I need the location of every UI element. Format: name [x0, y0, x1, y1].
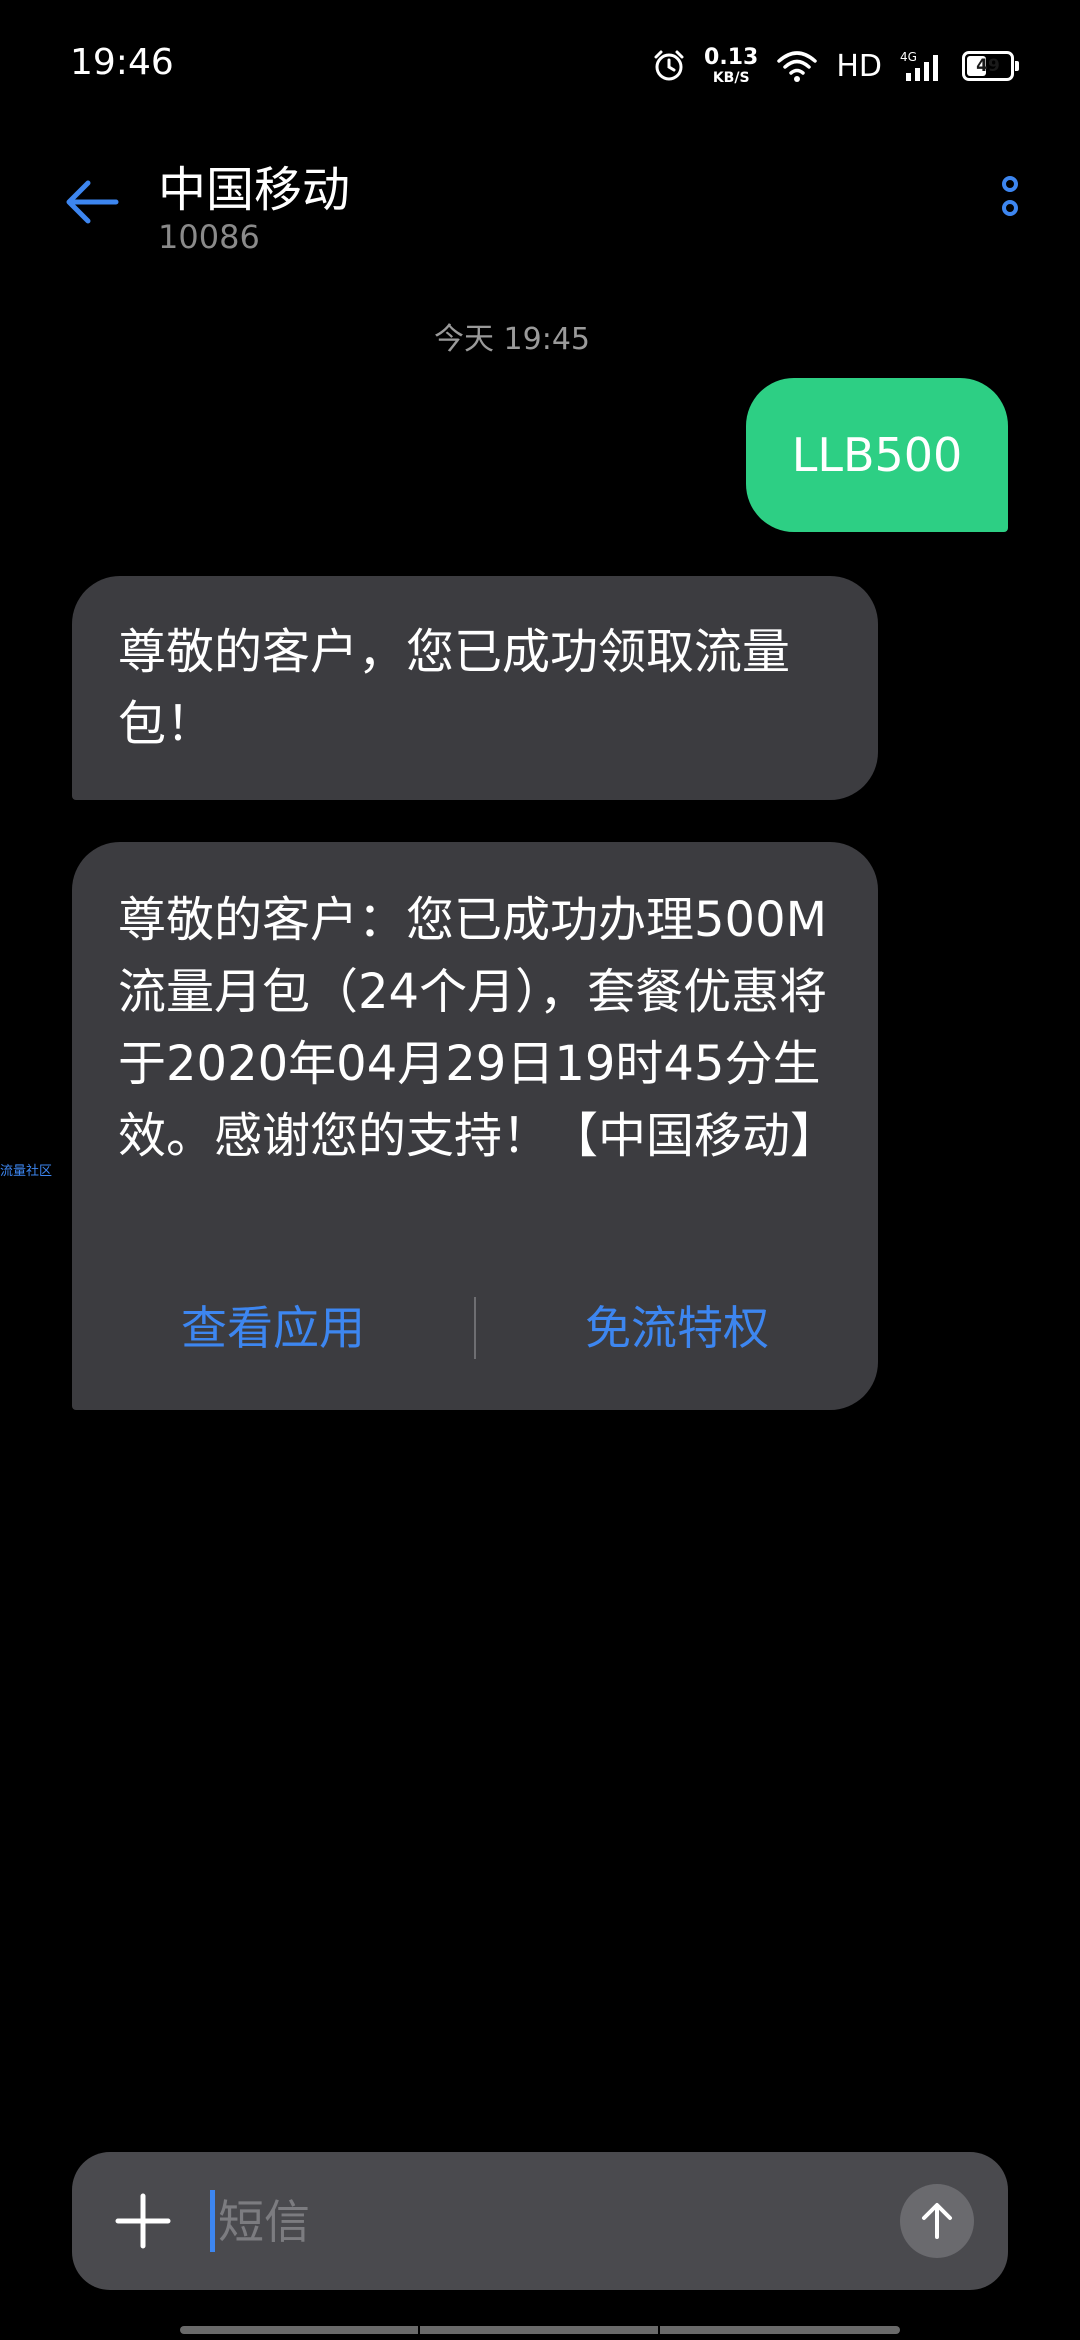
incoming-message-bubble[interactable]: 尊敬的客户：您已成功办理500M流量月包（24个月），套餐优惠将于2020年04…	[72, 842, 878, 1410]
hd-voice-label: HD	[836, 48, 882, 84]
battery-level: 49	[976, 56, 1000, 76]
nav-divider	[658, 2326, 660, 2334]
incoming-message-text: 尊敬的客户，您已成功领取流量包！	[118, 624, 791, 752]
incoming-message-bubble[interactable]: 尊敬的客户，您已成功领取流量包！	[72, 576, 878, 800]
battery-cap	[1015, 61, 1019, 71]
view-app-button[interactable]: 查看应用	[72, 1292, 474, 1364]
message-action-row: 查看应用 免流特权	[72, 1290, 878, 1366]
network-type-label: 4G	[900, 50, 917, 64]
contact-name: 中国移动	[158, 162, 351, 218]
outgoing-message-text: LLB500	[791, 428, 963, 482]
send-button[interactable]	[900, 2184, 974, 2258]
alarm-icon	[654, 50, 684, 81]
message-composer	[72, 2152, 1008, 2290]
network-speed-unit: KB/S	[712, 70, 750, 86]
more-options-button[interactable]	[980, 170, 1040, 230]
free-data-privilege-button[interactable]: 免流特权	[476, 1292, 878, 1364]
status-time: 19:46	[70, 42, 174, 83]
text-cursor	[210, 2190, 215, 2252]
arrow-left-icon	[66, 180, 119, 224]
arrow-up-icon	[922, 2203, 952, 2239]
conversation-header: 中国移动 10086	[0, 140, 1080, 270]
date-separator: 今天 19:45	[434, 322, 590, 357]
navigation-bar[interactable]	[180, 2326, 900, 2334]
network-speed-value: 0.13	[704, 45, 759, 70]
plus-icon	[115, 2193, 171, 2249]
contact-number: 10086	[158, 218, 260, 256]
more-vertical-icon	[1002, 176, 1018, 216]
battery-icon: 49	[962, 51, 1019, 81]
outgoing-message-bubble[interactable]: LLB500	[746, 378, 1008, 532]
side-community-tag[interactable]: 流量社区	[0, 1160, 52, 1179]
message-input[interactable]	[216, 2180, 860, 2264]
incoming-message-text: 尊敬的客户：您已成功办理500M流量月包（24个月），套餐优惠将于2020年04…	[118, 892, 839, 1164]
nav-divider	[418, 2326, 420, 2334]
cellular-signal-icon: 4G	[900, 50, 938, 81]
back-button[interactable]	[60, 170, 124, 234]
add-attachment-button[interactable]	[110, 2188, 176, 2254]
network-speed: 0.13 KB/S	[704, 45, 759, 86]
status-bar: 19:46 0.13 KB/S HD 4G 49	[0, 0, 1080, 130]
status-icons: 0.13 KB/S HD 4G 49	[652, 40, 1019, 92]
wifi-icon	[777, 51, 818, 82]
